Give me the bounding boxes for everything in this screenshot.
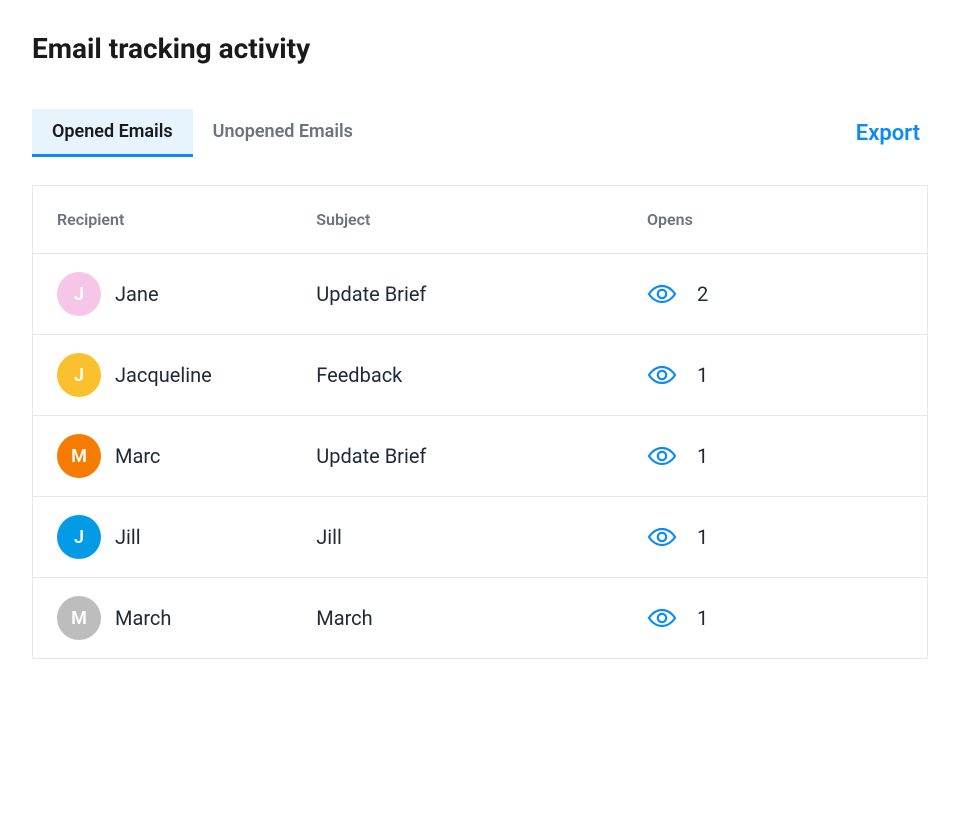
- tabs-row: Opened Emails Unopened Emails Export: [32, 109, 928, 157]
- eye-icon: [647, 526, 677, 548]
- opens-cell: 1: [647, 525, 903, 549]
- cell-recipient: J Jane: [33, 254, 292, 335]
- opens-count: 1: [697, 444, 708, 468]
- export-button[interactable]: Export: [856, 121, 928, 146]
- recipient-name: Jane: [115, 282, 159, 306]
- col-header-opens: Opens: [623, 186, 927, 254]
- table-row[interactable]: J Jane Update Brief 2: [33, 254, 927, 335]
- table-row[interactable]: J Jacqueline Feedback 1: [33, 335, 927, 416]
- cell-opens: 1: [623, 335, 927, 416]
- page-title: Email tracking activity: [32, 32, 928, 65]
- tracking-table-card: Recipient Subject Opens J Jane Update Br…: [32, 185, 928, 659]
- col-header-recipient: Recipient: [33, 186, 292, 254]
- table-row[interactable]: M Marc Update Brief 1: [33, 416, 927, 497]
- cell-recipient: M Marc: [33, 416, 292, 497]
- avatar: J: [57, 353, 101, 397]
- cell-subject: Feedback: [292, 335, 623, 416]
- recipient-cell: J Jill: [57, 515, 268, 559]
- opens-cell: 1: [647, 363, 903, 387]
- opens-count: 1: [697, 606, 708, 630]
- cell-subject: Update Brief: [292, 416, 623, 497]
- table-row[interactable]: M March March 1: [33, 578, 927, 659]
- tracking-table: Recipient Subject Opens J Jane Update Br…: [33, 186, 927, 658]
- avatar: M: [57, 596, 101, 640]
- recipient-cell: M Marc: [57, 434, 268, 478]
- subject-text: Feedback: [316, 363, 402, 387]
- col-header-subject: Subject: [292, 186, 623, 254]
- eye-icon: [647, 364, 677, 386]
- cell-opens: 1: [623, 497, 927, 578]
- opens-count: 1: [697, 525, 708, 549]
- opens-cell: 1: [647, 444, 903, 468]
- cell-subject: March: [292, 578, 623, 659]
- cell-opens: 1: [623, 416, 927, 497]
- eye-icon: [647, 283, 677, 305]
- recipient-cell: J Jane: [57, 272, 268, 316]
- tabs: Opened Emails Unopened Emails: [32, 109, 373, 157]
- subject-text: Jill: [316, 525, 342, 549]
- recipient-name: Jill: [115, 525, 141, 549]
- eye-icon: [647, 445, 677, 467]
- subject-text: March: [316, 606, 372, 630]
- avatar: M: [57, 434, 101, 478]
- subject-text: Update Brief: [316, 444, 426, 468]
- cell-subject: Jill: [292, 497, 623, 578]
- recipient-name: March: [115, 606, 171, 630]
- cell-opens: 2: [623, 254, 927, 335]
- subject-text: Update Brief: [316, 282, 426, 306]
- cell-recipient: J Jill: [33, 497, 292, 578]
- opens-cell: 2: [647, 282, 903, 306]
- opens-count: 2: [697, 282, 708, 306]
- table-row[interactable]: J Jill Jill 1: [33, 497, 927, 578]
- tab-opened-emails[interactable]: Opened Emails: [32, 109, 193, 157]
- eye-icon: [647, 607, 677, 629]
- cell-subject: Update Brief: [292, 254, 623, 335]
- recipient-name: Jacqueline: [115, 363, 212, 387]
- cell-recipient: J Jacqueline: [33, 335, 292, 416]
- opens-count: 1: [697, 363, 708, 387]
- recipient-cell: J Jacqueline: [57, 353, 268, 397]
- avatar: J: [57, 272, 101, 316]
- opens-cell: 1: [647, 606, 903, 630]
- recipient-name: Marc: [115, 444, 160, 468]
- table-header-row: Recipient Subject Opens: [33, 186, 927, 254]
- cell-recipient: M March: [33, 578, 292, 659]
- tab-unopened-emails[interactable]: Unopened Emails: [193, 109, 373, 157]
- recipient-cell: M March: [57, 596, 268, 640]
- cell-opens: 1: [623, 578, 927, 659]
- avatar: J: [57, 515, 101, 559]
